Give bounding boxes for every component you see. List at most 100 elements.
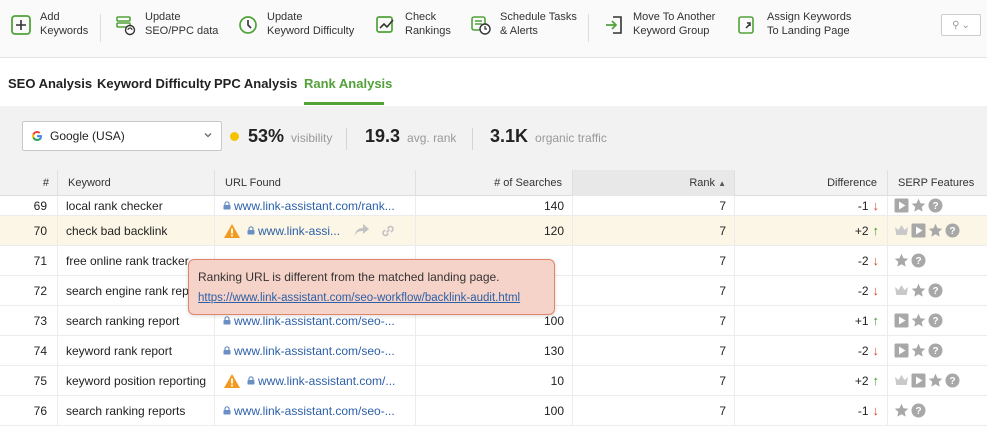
- difference-cell: -2 ↓: [735, 276, 888, 305]
- rank-cell: 7: [573, 336, 735, 365]
- help-icon: ?: [928, 283, 943, 298]
- search-input[interactable]: ⚲ ⌄: [941, 14, 981, 36]
- rank-cell: 7: [573, 246, 735, 275]
- video-icon: [911, 223, 926, 238]
- table-row[interactable]: 70 check bad backlink www.link-assi... 120 7…: [0, 216, 987, 246]
- column-header-difference[interactable]: Difference: [735, 170, 888, 196]
- row-number: 71: [0, 246, 58, 275]
- url-found-cell: www.link-assistant.com/rank...: [215, 196, 416, 215]
- star-icon: [894, 253, 909, 267]
- star-icon: [911, 283, 926, 297]
- add-keywords-label: Add Keywords: [40, 11, 89, 37]
- url-found-link[interactable]: www.link-assistant.com/seo-...: [223, 344, 395, 358]
- svg-text:?: ?: [915, 406, 921, 417]
- svg-text:?: ?: [932, 201, 938, 212]
- column-header-number[interactable]: #: [0, 170, 58, 196]
- chevron-down-icon: ⌄: [961, 19, 970, 31]
- check-rankings-label: Check Rankings: [405, 11, 451, 37]
- help-icon: ?: [911, 253, 926, 268]
- row-number: 72: [0, 276, 58, 305]
- url-found-link[interactable]: www.link-assi...: [247, 224, 340, 238]
- column-header-keyword[interactable]: Keyword: [58, 170, 215, 196]
- update-keyword-difficulty-label: Update Keyword Difficulty: [267, 11, 355, 37]
- url-text: www.link-assi...: [258, 223, 341, 238]
- url-found-link[interactable]: www.link-assistant.com/rank...: [223, 199, 395, 213]
- difference-value: +2: [854, 223, 869, 238]
- table-row[interactable]: 74 keyword rank report www.link-assistant.…: [0, 336, 987, 366]
- arrow-down-icon: ↓: [872, 403, 880, 418]
- svg-text:?: ?: [932, 286, 938, 297]
- serp-features-cell: ?: [888, 336, 987, 365]
- video-icon: [894, 313, 909, 328]
- update-keyword-difficulty-button[interactable]: Update Keyword Difficulty: [237, 10, 354, 48]
- difference-cell: -1 ↓: [735, 196, 888, 215]
- search-engine-select[interactable]: Google (USA): [22, 121, 222, 151]
- google-icon: [32, 131, 42, 141]
- tooltip-landing-page-link[interactable]: https://www.link-assistant.com/seo-workf…: [198, 289, 545, 307]
- url-text: www.link-assistant.com/seo-...: [234, 343, 395, 358]
- help-icon: ?: [945, 373, 960, 388]
- star-icon: [928, 373, 943, 387]
- searches-cell: 100: [416, 396, 573, 425]
- table-row[interactable]: 69 local rank checker www.link-assistant.c…: [0, 196, 987, 216]
- column-header-url[interactable]: URL Found: [215, 170, 416, 196]
- move-keyword-group-button[interactable]: Move To Another Keyword Group: [603, 10, 715, 48]
- warning-icon[interactable]: [223, 373, 241, 389]
- row-number: 73: [0, 306, 58, 335]
- column-header-rank[interactable]: Rank ▲: [573, 170, 735, 196]
- keyword-cell: keyword rank report: [58, 336, 215, 365]
- keyword-cell: check bad backlink: [58, 216, 215, 245]
- url-found-link[interactable]: www.link-assistant.com/...: [247, 374, 395, 388]
- tab-ppc-analysis[interactable]: PPC Analysis: [214, 76, 297, 91]
- help-icon: ?: [928, 313, 943, 328]
- serp-features-cell: ?: [888, 366, 987, 395]
- url-found-link[interactable]: www.link-assistant.com/seo-...: [223, 314, 395, 328]
- difference-cell: +2 ↑: [735, 216, 888, 245]
- column-header-searches[interactable]: # of Searches: [416, 170, 573, 196]
- add-keywords-button[interactable]: Add Keywords: [10, 10, 88, 48]
- avg-rank-label: avg. rank: [407, 131, 457, 145]
- url-text: www.link-assistant.com/seo-...: [234, 313, 395, 328]
- difference-value: -1: [857, 403, 869, 418]
- url-found-cell: www.link-assi...: [215, 216, 416, 245]
- check-rankings-icon: [376, 16, 394, 33]
- tab-rank-analysis[interactable]: Rank Analysis: [304, 76, 392, 91]
- avg-rank-stat: 19.3 avg. rank: [365, 126, 456, 147]
- crown-icon: [895, 285, 908, 295]
- row-number: 75: [0, 366, 58, 395]
- rank-cell: 7: [573, 196, 735, 215]
- link-icon[interactable]: [380, 223, 396, 239]
- table-row[interactable]: 76 search ranking reports www.link-assista…: [0, 396, 987, 426]
- update-seo-ppc-label: Update SEO/PPC data: [145, 11, 219, 37]
- row-number: 76: [0, 396, 58, 425]
- serp-features-cell: ?: [888, 306, 987, 335]
- svg-text:?: ?: [932, 316, 938, 327]
- toolbar: Add Keywords Update SEO/PPC data Update …: [0, 0, 987, 58]
- lock-icon: [247, 376, 255, 385]
- rank-cell: 7: [573, 396, 735, 425]
- schedule-tasks-button[interactable]: Schedule Tasks & Alerts: [470, 10, 577, 48]
- share-icon[interactable]: [354, 223, 370, 237]
- check-rankings-button[interactable]: Check Rankings: [375, 10, 451, 48]
- tab-seo-analysis[interactable]: SEO Analysis: [8, 76, 92, 91]
- tab-keyword-difficulty[interactable]: Keyword Difficulty: [97, 76, 211, 91]
- schedule-icon: [471, 16, 491, 35]
- table-row[interactable]: 75 keyword position reporting www.link-ass…: [0, 366, 987, 396]
- svg-text:?: ?: [915, 256, 921, 267]
- column-header-serp[interactable]: SERP Features: [888, 170, 987, 196]
- serp-features-cell: ?: [888, 196, 987, 215]
- help-icon: ?: [928, 343, 943, 358]
- visibility-label: visibility: [291, 131, 333, 145]
- toolbar-separator: [588, 14, 589, 42]
- keyword-cell: local rank checker: [58, 196, 215, 215]
- add-icon: [11, 15, 31, 35]
- svg-text:?: ?: [949, 226, 955, 237]
- update-difficulty-icon: [239, 16, 257, 34]
- update-seo-ppc-button[interactable]: Update SEO/PPC data: [115, 10, 218, 48]
- assign-landing-page-button[interactable]: Assign Keywords To Landing Page: [737, 10, 851, 48]
- star-icon: [928, 223, 943, 237]
- avg-rank-value: 19.3: [365, 126, 401, 146]
- url-found-link[interactable]: www.link-assistant.com/seo-...: [223, 404, 395, 418]
- help-icon: ?: [945, 223, 960, 238]
- warning-icon[interactable]: [223, 223, 241, 239]
